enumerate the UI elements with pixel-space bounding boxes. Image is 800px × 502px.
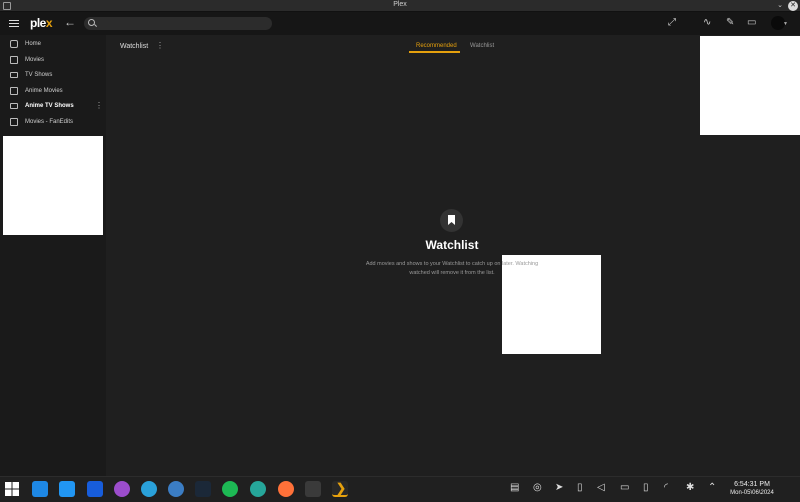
home-icon [10,40,18,48]
window-title: Plex [393,1,407,8]
activity-icon[interactable]: ∿ [703,17,711,28]
close-button[interactable]: ✕ [788,1,798,11]
battery-icon[interactable]: ▭ [620,482,629,493]
empty-state-text: Add movies and shows to your Watchlist t… [365,261,539,276]
more-options-icon[interactable]: ⋮ [95,101,103,110]
wifi-icon[interactable]: ◜ [664,482,668,493]
system-clock[interactable]: 6:54:31 PM Mon-05\06\2024 [724,480,780,498]
window-titlebar: Plex ⌄ ✕ [0,0,800,12]
terminal-icon[interactable] [305,481,321,497]
store-icon[interactable] [59,481,75,497]
more-options-icon[interactable]: ⋮ [156,41,164,50]
sidebar-item-home[interactable]: Home [0,37,106,52]
plex-logo[interactable]: plex [30,16,53,30]
film-icon [10,56,18,64]
film-icon [10,87,18,95]
bookmark-icon [440,209,463,232]
sidebar-item-movies-fanedits[interactable]: Movies - FanEdits [0,115,106,130]
notification-icon[interactable]: ▤ [510,482,519,493]
clipboard-icon[interactable]: ▯ [577,482,583,493]
cast-icon[interactable]: ▭ [747,17,756,28]
sidebar-item-anime-tv-shows[interactable]: Anime TV Shows ⋮ [0,99,106,114]
file-manager-icon[interactable] [32,481,48,497]
chevron-up-icon[interactable]: ⌃ [708,482,716,493]
app-icon[interactable] [114,481,130,497]
hamburger-menu-icon[interactable] [9,18,19,28]
redacted-block [3,136,103,235]
tv-icon [10,72,18,78]
telegram-tray-icon[interactable]: ➤ [555,482,563,493]
sidebar-item-anime-movies[interactable]: Anime Movies [0,84,106,99]
top-navigation-bar: plex ← ⤢ ∿ ✎ ▭ ▼ [0,12,800,35]
qbittorrent-icon[interactable] [168,481,184,497]
fullscreen-icon[interactable]: ⤢ [668,17,676,28]
spotify-icon[interactable] [222,481,238,497]
settings-wrench-icon[interactable]: ✎ [726,17,734,28]
volume-icon[interactable]: ◁ [597,482,605,493]
main-header: Watchlist ⋮ Recommended Watchlist [106,35,800,57]
taskbar: ❯ ▤ ◎ ➤ ▯ ◁ ▭ ▯ ◜ ✱ ⌃ 6:54:31 PM Mon-05\… [0,476,800,500]
qbittorrent-tray-icon[interactable]: ◎ [533,482,542,493]
sidebar-item-movies[interactable]: Movies [0,53,106,68]
empty-state-title: Watchlist [425,238,479,252]
chevron-down-icon[interactable]: ▼ [783,21,788,27]
app-icon[interactable] [250,481,266,497]
minimize-button[interactable]: ⌄ [775,1,785,11]
bitwarden-icon[interactable] [87,481,103,497]
steam-icon[interactable] [195,481,211,497]
windows-start-icon[interactable] [4,481,20,497]
search-icon [88,19,95,26]
active-tab-indicator [409,51,460,53]
page-title: Watchlist [120,43,149,50]
phone-icon[interactable]: ▯ [643,482,649,493]
tab-watchlist[interactable]: Watchlist [470,43,494,49]
tv-icon [10,103,18,109]
back-arrow-icon[interactable]: ← [64,15,76,29]
settings-tray-icon[interactable]: ✱ [686,482,694,493]
tab-recommended[interactable]: Recommended [416,43,457,49]
plex-taskbar-icon[interactable]: ❯ [332,481,348,497]
telegram-icon[interactable] [141,481,157,497]
film-icon [10,118,18,126]
sidebar-item-tv-shows[interactable]: TV Shows [0,68,106,83]
firefox-icon[interactable] [278,481,294,497]
sidebar: Home Movies TV Shows Anime Movies Anime … [0,35,106,476]
search-input[interactable] [84,17,272,30]
